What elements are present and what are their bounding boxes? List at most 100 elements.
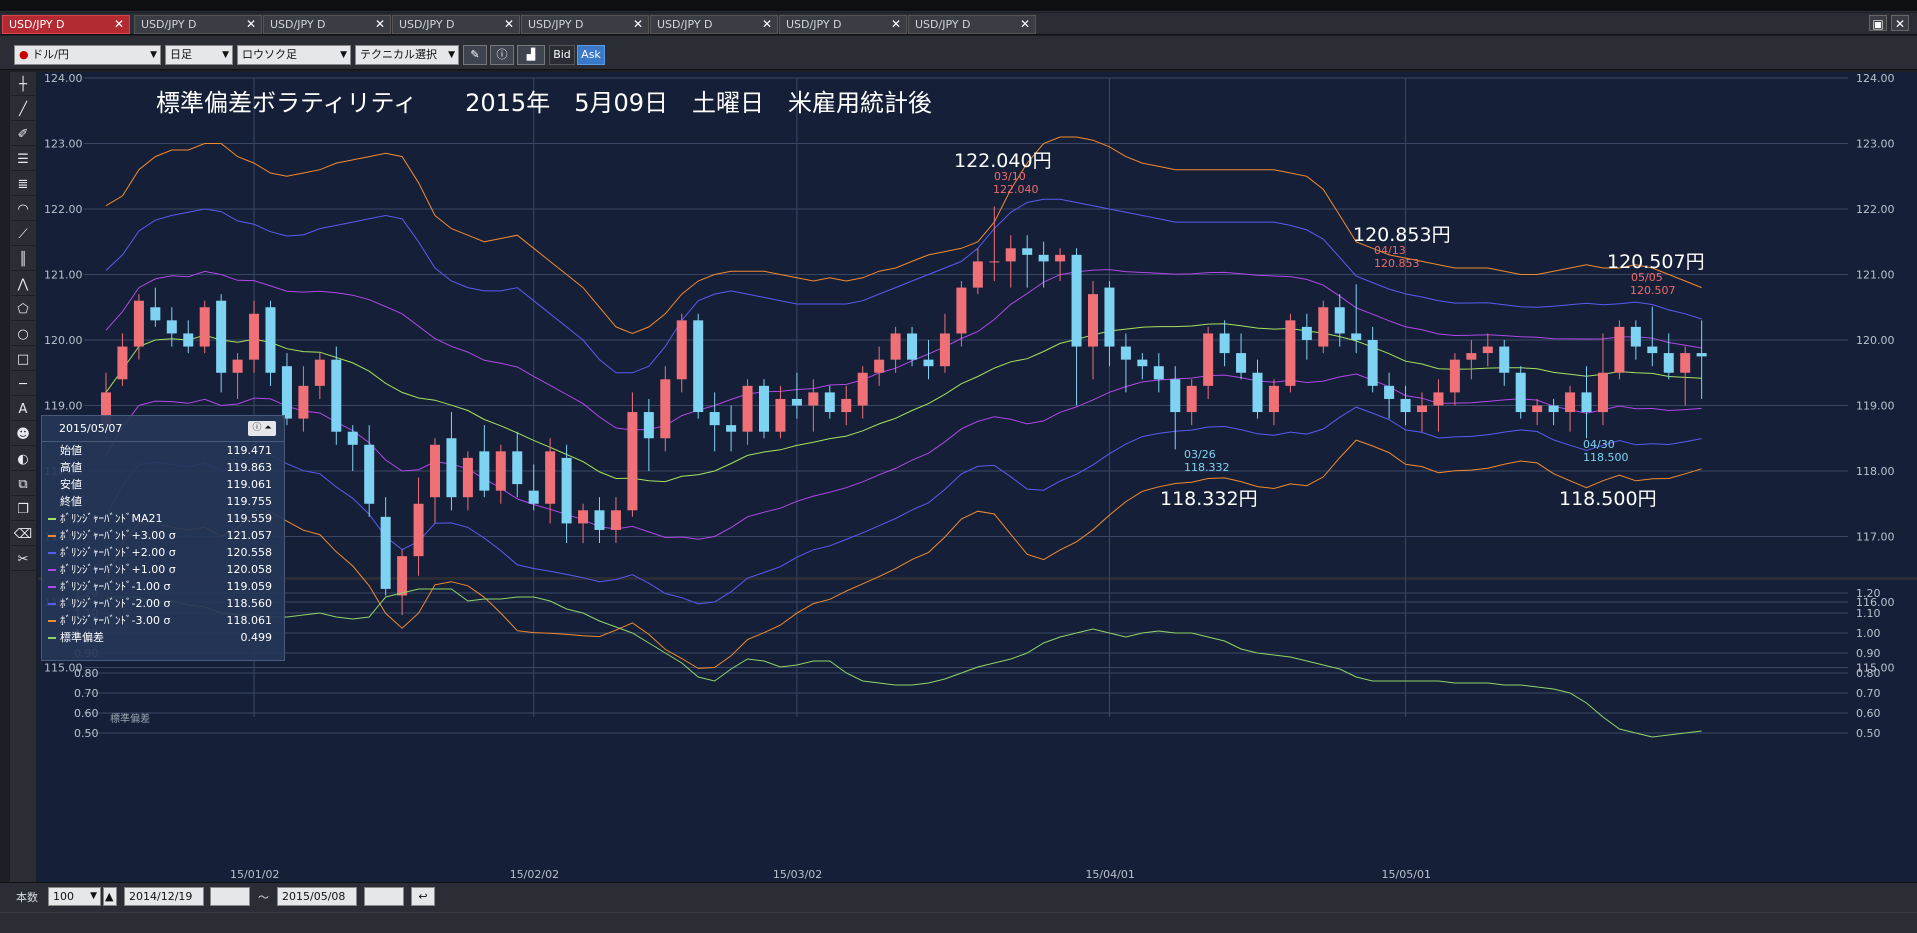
- price-grid: [38, 77, 1917, 882]
- start-date-field[interactable]: 2014/12/19: [124, 887, 204, 906]
- reset-range-icon[interactable]: ↩: [411, 887, 435, 906]
- candle-body: [1252, 372, 1263, 413]
- annot-low1-date: 03/26: [1184, 448, 1216, 461]
- horizontal-lines-icon[interactable]: ☰: [11, 148, 35, 171]
- bid-button[interactable]: Bid: [549, 45, 575, 65]
- bar-count-select[interactable]: 100 ▼: [48, 887, 101, 906]
- annot-high3-date: 05/05: [1631, 271, 1663, 284]
- count-up-button[interactable]: ▲: [103, 887, 117, 906]
- fan-icon[interactable]: ⟋: [11, 223, 35, 246]
- chart-svg[interactable]: 124.00 124.00 123.00 123.00 122.00 122.00 121.…: [38, 72, 1917, 882]
- close-icon[interactable]: ✕: [114, 16, 124, 33]
- trendline-icon[interactable]: ╱: [11, 98, 35, 121]
- tab-usdjpy-7[interactable]: USD/JPY D ✕: [779, 15, 907, 34]
- info-value: 120.558: [226, 546, 273, 559]
- candle-body: [1153, 366, 1164, 380]
- circle-icon[interactable]: ○: [11, 323, 35, 346]
- close-icon[interactable]: ✕: [891, 16, 901, 33]
- info-icon[interactable]: ⓘ: [490, 45, 514, 65]
- ruler-icon[interactable]: ✐: [11, 123, 35, 146]
- currency-pair-select[interactable]: ● ドル/円 ▼: [14, 45, 161, 65]
- info-row: ﾎﾞﾘﾝｼﾞｬｰﾊﾞﾝﾄﾞ+3.00 σ 121.057: [42, 527, 284, 544]
- close-icon[interactable]: ✕: [633, 16, 643, 33]
- status-bar: [0, 912, 1917, 933]
- info-collapse-icon[interactable]: ⓘ ⏶: [248, 421, 276, 436]
- vertical-lines-icon[interactable]: ║: [11, 248, 35, 271]
- technical-select[interactable]: テクニカル選択 ▼: [355, 45, 459, 65]
- chart-style-icon[interactable]: ▟: [517, 45, 545, 65]
- info-label: ﾎﾞﾘﾝｼﾞｬｰﾊﾞﾝﾄﾞ-3.00 σ: [60, 614, 171, 627]
- candle-body: [693, 320, 704, 413]
- candle-body: [1680, 353, 1691, 373]
- candle-body: [791, 398, 802, 406]
- ask-button[interactable]: Ask: [577, 45, 605, 65]
- close-window-icon[interactable]: ✕: [1891, 15, 1909, 31]
- eraser-all-icon[interactable]: ✂: [11, 548, 35, 571]
- date-tick: 15/01/02: [230, 868, 279, 881]
- chart-area[interactable]: 124.00 124.00 123.00 123.00 122.00 122.00 121.…: [38, 72, 1917, 882]
- tab-usdjpy-6[interactable]: USD/JPY D ✕: [650, 15, 778, 34]
- close-icon[interactable]: ✕: [375, 16, 385, 33]
- candle-body: [1647, 346, 1658, 354]
- tab-usdjpy-8[interactable]: USD/JPY D ✕: [908, 15, 1036, 34]
- crosshair-icon[interactable]: ┼: [11, 73, 35, 96]
- series-swatch: [48, 518, 56, 520]
- info-label: ﾎﾞﾘﾝｼﾞｬｰﾊﾞﾝﾄﾞMA21: [60, 512, 163, 525]
- tab-usdjpy-2[interactable]: USD/JPY D ✕: [134, 15, 262, 34]
- tab-usdjpy-5[interactable]: USD/JPY D ✕: [521, 15, 649, 34]
- candle-body: [808, 392, 819, 406]
- candle-body: [1417, 405, 1427, 413]
- pitchfork-icon[interactable]: ⋀: [11, 273, 35, 296]
- tab-usdjpy-1[interactable]: USD/JPY D ✕: [2, 15, 130, 34]
- end-time-field[interactable]: [364, 887, 404, 906]
- close-icon[interactable]: ✕: [1020, 16, 1030, 33]
- close-icon[interactable]: ✕: [246, 16, 256, 33]
- candle-body: [1499, 346, 1510, 373]
- magnet-icon[interactable]: ◐: [11, 448, 35, 471]
- candle-body: [1071, 254, 1082, 347]
- chart-type-select[interactable]: ロウソク足 ▼: [237, 45, 351, 65]
- panel-separator: [38, 577, 1917, 580]
- stamp-icon[interactable]: ☻: [11, 423, 35, 446]
- sub-tick-right: 1.00: [1856, 627, 1881, 640]
- chart-type-label: ロウソク足: [242, 48, 297, 61]
- date-tick: 15/02/02: [510, 868, 559, 881]
- date-tick: 15/05/01: [1382, 868, 1431, 881]
- timeframe-select[interactable]: 日足 ▼: [165, 45, 233, 65]
- close-icon[interactable]: ✕: [504, 16, 514, 33]
- pentagon-icon[interactable]: ⬠: [11, 298, 35, 321]
- candle-body: [1614, 326, 1625, 373]
- fibonacci-icon[interactable]: ≣: [11, 173, 35, 196]
- candle-body: [923, 359, 934, 367]
- candle-body: [1236, 353, 1247, 373]
- line-icon[interactable]: ─: [11, 373, 35, 396]
- info-value: 119.059: [226, 580, 273, 593]
- candle-body: [643, 412, 654, 439]
- layers-icon[interactable]: ❐: [11, 498, 35, 521]
- maximize-icon[interactable]: ▣: [1869, 15, 1887, 31]
- start-time-field[interactable]: [210, 887, 250, 906]
- close-icon[interactable]: ✕: [762, 16, 772, 33]
- text-icon[interactable]: A: [11, 398, 35, 421]
- rectangle-icon[interactable]: □: [11, 348, 35, 371]
- annot-high1-date: 03/10: [994, 170, 1026, 183]
- copy-icon[interactable]: ⧉: [11, 473, 35, 496]
- price-tick-right: 119.00: [1856, 400, 1895, 413]
- eraser-icon[interactable]: ⌫: [11, 523, 35, 546]
- end-date-field[interactable]: 2015/05/08: [277, 887, 357, 906]
- info-row: 標準偏差 0.499: [42, 629, 284, 646]
- candle-body: [380, 516, 391, 589]
- candle-body: [413, 503, 424, 557]
- info-value: 118.061: [226, 614, 273, 627]
- tab-usdjpy-4[interactable]: USD/JPY D ✕: [392, 15, 520, 34]
- pen-icon[interactable]: ✎: [463, 45, 487, 65]
- tab-usdjpy-3[interactable]: USD/JPY D ✕: [263, 15, 391, 34]
- annot-high2-date: 04/13: [1374, 244, 1406, 257]
- price-tick-left: 120.00: [44, 334, 83, 347]
- candle-body: [364, 444, 375, 504]
- annot-low2-date: 04/30: [1583, 438, 1615, 451]
- arc-icon[interactable]: ◠: [11, 198, 35, 221]
- candle-body: [857, 372, 868, 406]
- std-dev-line: [106, 588, 1702, 738]
- sub-tick-left: 0.50: [74, 727, 99, 740]
